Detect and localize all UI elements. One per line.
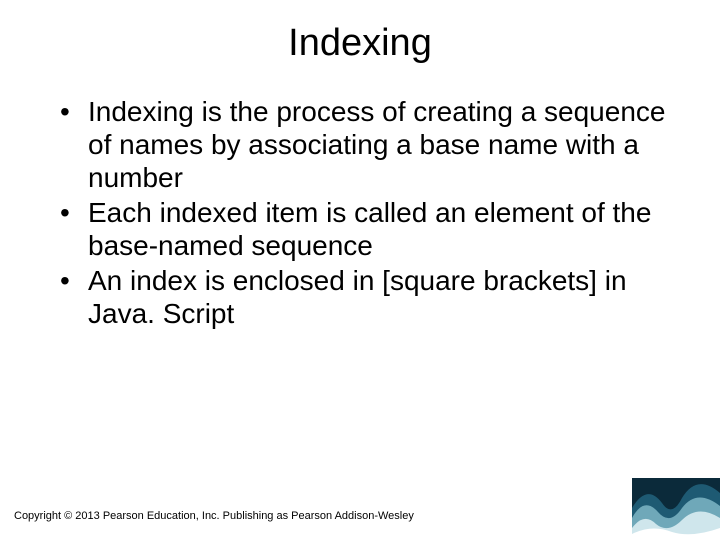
copyright-footer: Copyright © 2013 Pearson Education, Inc.… xyxy=(14,510,414,522)
slide: Indexing Indexing is the process of crea… xyxy=(0,0,720,540)
bullet-item: An index is enclosed in [square brackets… xyxy=(60,264,680,330)
bullet-item: Indexing is the process of creating a se… xyxy=(60,95,680,194)
wave-decoration xyxy=(632,478,720,540)
bullet-item: Each indexed item is called an element o… xyxy=(60,196,680,262)
slide-body: Indexing is the process of creating a se… xyxy=(0,75,720,330)
slide-title: Indexing xyxy=(0,0,720,75)
bullet-list: Indexing is the process of creating a se… xyxy=(60,95,680,330)
